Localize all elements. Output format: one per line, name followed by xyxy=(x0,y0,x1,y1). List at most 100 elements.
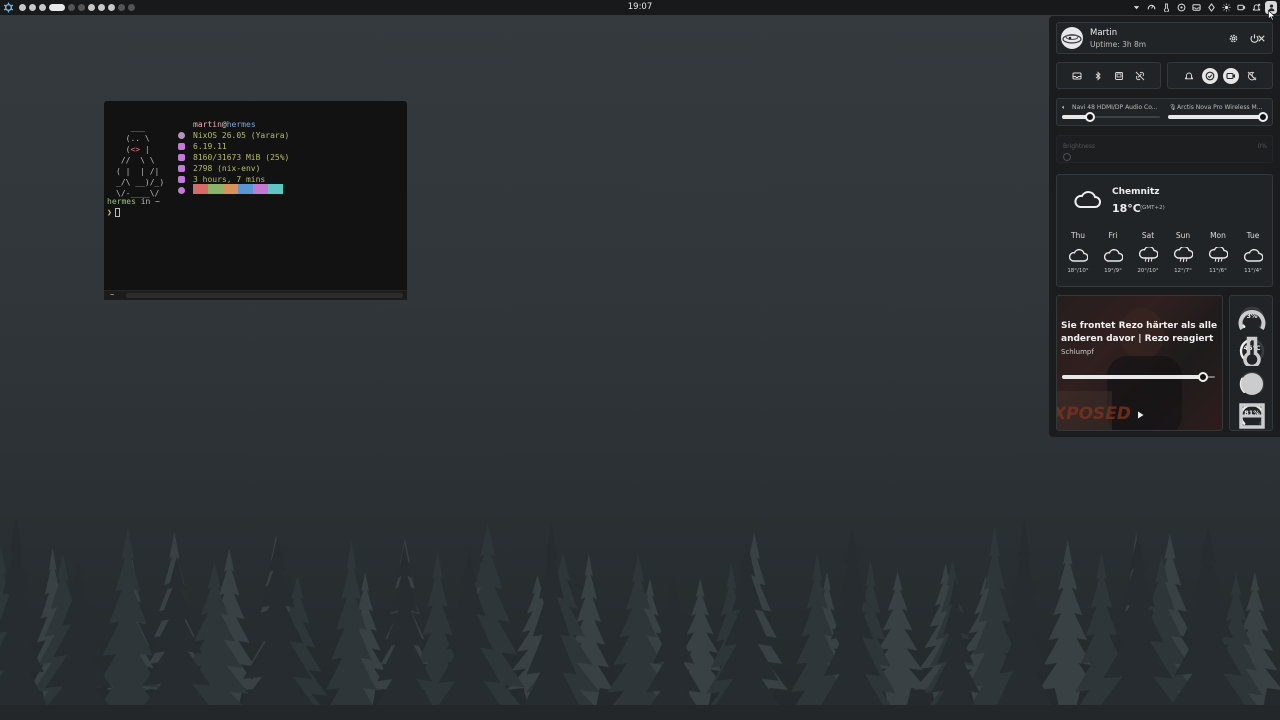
notification-icon[interactable] xyxy=(1250,1,1262,14)
input-volume-slider[interactable] xyxy=(1168,112,1268,122)
info-value: 8160/31673 MiB (25%) xyxy=(193,153,290,162)
forecast-range: 11°/6° xyxy=(1209,268,1227,274)
pine-tree xyxy=(90,527,166,720)
stat-gauge: 46°C xyxy=(1237,336,1267,366)
prompt-dir: ~ xyxy=(155,197,160,206)
link-toggle[interactable] xyxy=(1132,68,1148,84)
prompt-in: in xyxy=(135,197,156,206)
settings-button[interactable] xyxy=(1226,31,1240,45)
color-palette xyxy=(193,184,283,197)
temperature-icon[interactable] xyxy=(1160,1,1172,14)
speaker-icon: 🔈︎ xyxy=(1062,104,1066,111)
bluetooth-toggle[interactable] xyxy=(1090,68,1106,84)
network-icon[interactable] xyxy=(1205,1,1217,14)
stat-gauge: 27% xyxy=(1237,369,1267,399)
palette-swatch xyxy=(193,184,208,194)
brightness-value: 0% xyxy=(1257,143,1267,150)
inbox-icon[interactable] xyxy=(1190,1,1202,14)
forecast-day: Sun 12°/7° xyxy=(1168,231,1198,274)
brightness-icon[interactable] xyxy=(1220,1,1232,14)
quick-settings-system xyxy=(1167,62,1273,89)
rain-icon xyxy=(1173,247,1193,263)
cpu-gauge-icon[interactable] xyxy=(1145,1,1157,14)
info-icon xyxy=(178,132,185,139)
palette-swatch xyxy=(253,184,268,194)
forecast-day-name: Sat xyxy=(1141,231,1155,240)
disk-icon[interactable] xyxy=(1175,1,1187,14)
media-progress-slider[interactable] xyxy=(1062,372,1215,382)
rain-icon xyxy=(1208,247,1228,263)
screen-record-icon[interactable] xyxy=(1235,1,1247,14)
rain-icon xyxy=(1138,247,1158,263)
cpu-icon xyxy=(1238,309,1266,330)
palette-swatch xyxy=(223,184,238,194)
disk-icon xyxy=(1239,403,1265,429)
profile-card: Martin Uptime: 3h 8m xyxy=(1056,22,1273,54)
palette-swatch xyxy=(268,184,283,194)
forecast-range: 20°/10° xyxy=(1137,268,1159,274)
dnd-toggle[interactable] xyxy=(1201,67,1218,84)
mouse-cursor-icon xyxy=(1268,10,1276,21)
brightness-slider[interactable] xyxy=(1063,153,1071,161)
clock[interactable]: 19:07 xyxy=(0,2,1280,12)
input-volume-knob[interactable] xyxy=(1258,112,1268,122)
palette-swatch xyxy=(208,184,223,194)
profile-name: Martin xyxy=(1090,28,1118,38)
notifications-toggle[interactable] xyxy=(1181,68,1197,84)
prompt-host: hermes xyxy=(107,197,136,206)
forecast-day-name: Tue xyxy=(1246,231,1260,240)
info-icon xyxy=(178,176,185,183)
output-volume-slider[interactable] xyxy=(1062,112,1160,122)
audio-input-name: Arctis Nova Pro Wireless M... xyxy=(1177,104,1263,111)
terminal-window[interactable]: ___ (.. \ (<> | // \ \ ( | | /| _/\ __)/… xyxy=(104,101,407,300)
forecast-day-name: Thu xyxy=(1070,231,1086,240)
inbox-icon xyxy=(1072,72,1082,79)
forecast-day: Fri 19°/9° xyxy=(1098,231,1128,274)
record-toggle[interactable] xyxy=(1222,67,1239,84)
weather-card: Chemnitz 18°C (GMT+2) Thu 18°/10° Fri 19°/9… xyxy=(1056,174,1273,287)
cloud-icon xyxy=(1068,248,1088,262)
system-info: martin @ hermes NixOS 26.05 (Yarara) 6.19.1… xyxy=(178,119,289,196)
close-button[interactable] xyxy=(1254,31,1268,45)
play-button[interactable] xyxy=(1132,407,1148,423)
system-tray xyxy=(1130,1,1277,14)
chevron-down-icon[interactable] xyxy=(1130,1,1142,14)
forecast-range: 11°/4° xyxy=(1244,268,1262,274)
username: martin xyxy=(193,120,222,129)
ascii-art-logo: ___ (.. \ (<> | // \ \ ( | | /| _/\ __)/… xyxy=(116,123,165,198)
terminal-tab[interactable]: ~ xyxy=(110,290,114,301)
terminal-tab-bar: ~ xyxy=(104,290,407,300)
link-off-icon xyxy=(1135,71,1145,80)
input-volume-fill xyxy=(1168,115,1263,119)
cloud-icon xyxy=(1103,248,1123,262)
night-mode-toggle[interactable] xyxy=(1244,68,1260,84)
forest-wallpaper xyxy=(0,516,1280,720)
audio-card: 🔈︎ Navi 48 HDMI/DP Audio Co... 🎙︎ Arctis… xyxy=(1056,98,1273,126)
output-volume-knob[interactable] xyxy=(1084,112,1095,122)
display-icon xyxy=(1115,71,1123,80)
palette-icon xyxy=(178,187,185,194)
top-bar: 19:07 xyxy=(0,0,1280,15)
display-toggle[interactable] xyxy=(1111,68,1127,84)
media-artist: Schlumpf xyxy=(1061,348,1094,356)
user-host-line: martin @ hermes xyxy=(178,119,289,130)
ground xyxy=(0,705,1280,720)
info-value: 6.19.11 xyxy=(193,142,227,151)
text-cursor xyxy=(114,208,120,217)
media-title: Sie frontet Rezo härter als alle anderen… xyxy=(1061,321,1218,344)
hostname: hermes xyxy=(226,120,256,129)
forecast-day-name: Mon xyxy=(1210,231,1226,240)
inbox-toggle[interactable] xyxy=(1069,68,1085,84)
weather-forecast: Thu 18°/10° Fri 19°/9° Sat 20°/10° Sun 12°/7° Mo… xyxy=(1063,231,1268,274)
bell-icon xyxy=(1184,72,1193,79)
media-progress-knob[interactable] xyxy=(1197,372,1208,382)
palette-line xyxy=(178,184,289,197)
forecast-day: Sat 20°/10° xyxy=(1133,231,1163,274)
shell-prompt[interactable]: hermes in ~ ❯ xyxy=(107,196,160,218)
night-mode-icon xyxy=(1247,71,1256,80)
avatar[interactable] xyxy=(1061,27,1083,49)
info-value: 2798 (nix-env) xyxy=(193,164,261,173)
control-center-panel: Martin Uptime: 3h 8m 🔈︎ Navi 48 HDMI/DP … xyxy=(1049,16,1280,437)
temperature-icon xyxy=(1243,336,1261,366)
forecast-day: Tue 11°/4° xyxy=(1238,231,1268,274)
